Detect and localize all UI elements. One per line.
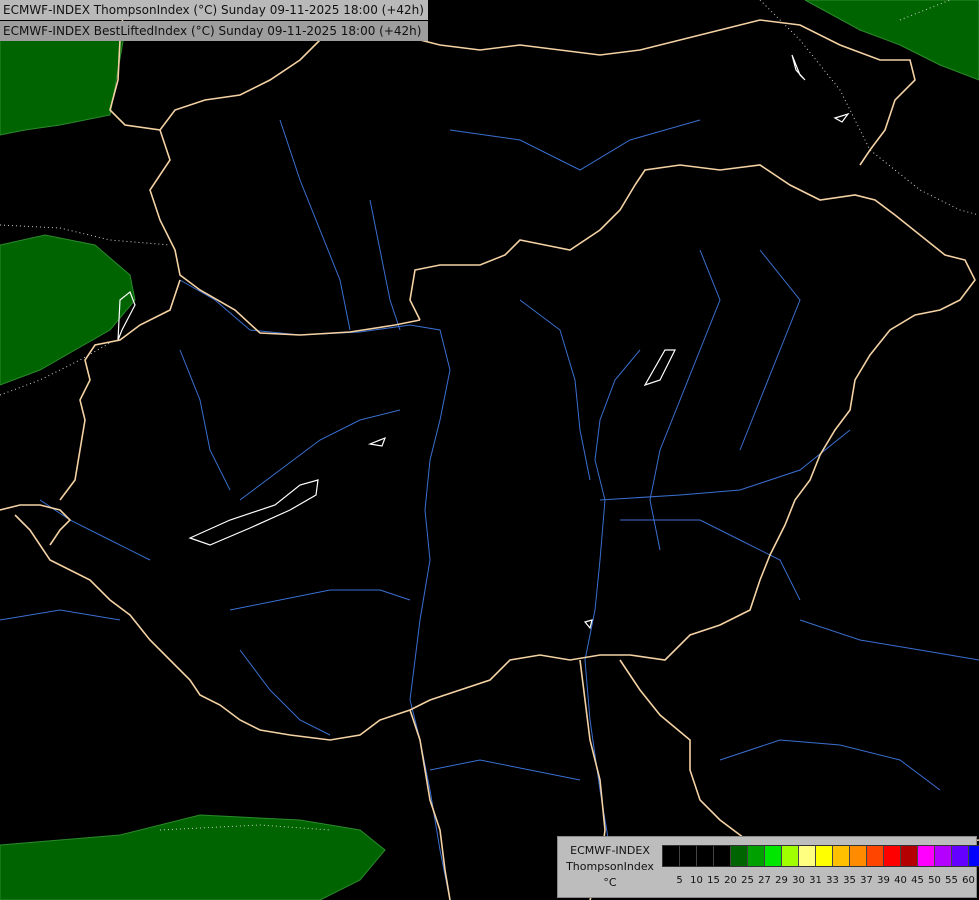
legend-tick-label: 45 [911,875,924,886]
legend-swatch [867,846,884,866]
legend-scale-labels: 5 10 15 20 25 27 29 30 31 33 35 37 39 40 45 50 55 60 [662,875,975,889]
map-background [0,0,979,900]
legend-swatch [799,846,816,866]
legend-tick-label: 20 [724,875,737,886]
legend-tick-label: 29 [775,875,788,886]
legend-tick-label: 33 [826,875,839,886]
legend-swatch [833,846,850,866]
legend-parameter: ThompsonIndex [566,860,654,873]
legend-tick-label: 37 [860,875,873,886]
legend-tick-label: 5 [676,875,683,886]
legend-tick-label: 30 [792,875,805,886]
legend-tick-label: 60 [962,875,975,886]
header-title-bestlifted: ECMWF-INDEX BestLiftedIndex (°C) Sunday … [0,21,428,41]
header-title-thompson: ECMWF-INDEX ThompsonIndex (°C) Sunday 09… [0,0,428,20]
legend-color-scale [662,845,979,867]
weather-map [0,0,979,900]
legend-tick-label: 40 [894,875,907,886]
legend-swatch [816,846,833,866]
legend-swatch [969,846,979,866]
legend-tick-label: 50 [928,875,941,886]
color-legend: ECMWF-INDEX ThompsonIndex °C 5 10 15 20 25 27… [557,836,979,898]
legend-swatch [663,846,680,866]
legend-swatch [918,846,935,866]
legend-unit: °C [603,876,617,889]
legend-tick-label: 31 [809,875,822,886]
legend-tick-label: 10 [690,875,703,886]
legend-swatch [731,846,748,866]
legend-title: ECMWF-INDEX ThompsonIndex °C [560,843,660,891]
legend-model: ECMWF-INDEX [570,844,650,857]
map-header: ECMWF-INDEX ThompsonIndex (°C) Sunday 09… [0,0,428,41]
legend-swatch [952,846,969,866]
legend-swatch [935,846,952,866]
legend-tick-label: 15 [707,875,720,886]
legend-swatch [714,846,731,866]
legend-swatch [697,846,714,866]
legend-swatch [884,846,901,866]
legend-tick-label: 39 [877,875,890,886]
legend-swatch [782,846,799,866]
legend-tick-label: 27 [758,875,771,886]
legend-tick-label: 25 [741,875,754,886]
legend-tick-label: 55 [945,875,958,886]
legend-swatch [901,846,918,866]
legend-swatch [850,846,867,866]
legend-swatch [680,846,697,866]
legend-swatch [765,846,782,866]
legend-swatch [748,846,765,866]
legend-tick-label: 35 [843,875,856,886]
